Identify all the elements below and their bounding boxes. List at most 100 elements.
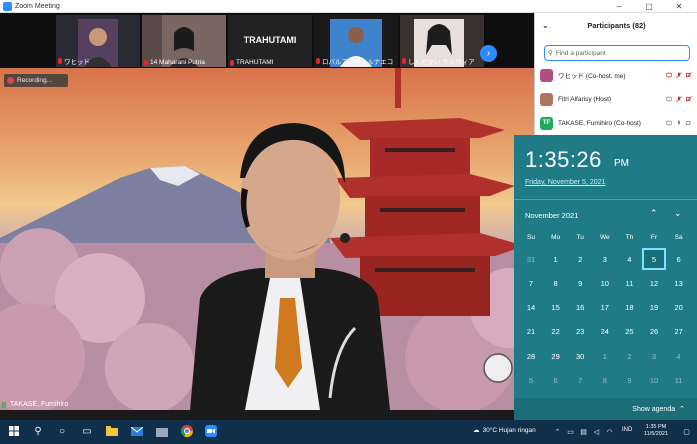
participant-thumb[interactable]: ワヒッド [56, 15, 140, 67]
maximize-icon[interactable]: ▢ [638, 0, 660, 13]
mail-icon[interactable] [130, 424, 144, 438]
weekday-label: Tu [576, 234, 584, 241]
calendar-day[interactable]: 6 [544, 370, 568, 392]
calendar-day[interactable]: 1 [593, 345, 617, 367]
calendar-day[interactable]: 20 [667, 297, 691, 319]
calendar-day[interactable]: 4 [667, 345, 691, 367]
search-icon[interactable]: ⚲ [31, 424, 45, 438]
chevron-down-icon[interactable]: ⌄ [674, 208, 682, 219]
participant-thumb[interactable]: TRAHUTAMI TRAHUTAMI [228, 15, 312, 67]
action-center-icon[interactable]: ▤ [579, 427, 588, 436]
calendar-day[interactable]: 10 [642, 370, 666, 392]
calendar-day[interactable]: 17 [593, 297, 617, 319]
show-agenda-label: Show agenda [632, 405, 676, 413]
calendar-day[interactable]: 19 [642, 297, 666, 319]
window-title: Zoom Meeting [15, 2, 60, 10]
volume-icon[interactable]: ◁ [592, 427, 601, 436]
calendar-day[interactable]: 1 [544, 248, 568, 270]
calendar-day[interactable]: 14 [519, 297, 543, 319]
video-icon[interactable] [686, 120, 692, 126]
chevron-up-icon[interactable]: ⌃ [553, 427, 562, 436]
calendar-day[interactable]: 23 [568, 321, 592, 343]
participant-label: しんせかい サルヴィア [402, 56, 475, 66]
calendar-day[interactable]: 31 [519, 248, 543, 270]
calendar-month-label[interactable]: November 2021 [525, 211, 578, 220]
calendar-day[interactable]: 6 [667, 248, 691, 270]
calendar-day[interactable]: 21 [519, 321, 543, 343]
calendar-day[interactable]: 3 [593, 248, 617, 270]
calendar-day[interactable]: 12 [642, 272, 666, 294]
participant-thumb[interactable]: 14 Maharani Putria [142, 15, 226, 67]
muted-mic-icon [316, 58, 320, 64]
calendar-day[interactable]: 11 [667, 370, 691, 392]
calendar-day[interactable]: 16 [568, 297, 592, 319]
calendar-day[interactable]: 11 [617, 272, 641, 294]
calendar-day[interactable]: 15 [544, 297, 568, 319]
participants-header: ⌄ Participants (82) [535, 13, 697, 37]
cloud-rain-icon: ☁ [473, 427, 480, 434]
calendar-day[interactable]: 26 [642, 321, 666, 343]
show-agenda-bar[interactable]: Show agenda ⌃ [514, 398, 697, 420]
chevron-up-icon[interactable]: ⌃ [650, 208, 658, 219]
calendar-day[interactable]: 7 [568, 370, 592, 392]
cortana-icon[interactable]: ○ [55, 424, 69, 438]
recording-indicator[interactable]: Recording... [4, 74, 68, 87]
zoom-app-icon[interactable] [204, 424, 218, 438]
zoom-meeting-screen: Zoom Meeting – ▢ ✕ ワヒッド 14 Maharani Putr… [0, 0, 697, 444]
participant-thumb[interactable]: ロバルアンギャルナエコ [314, 15, 398, 67]
calendar-day-today[interactable]: 5 [642, 248, 666, 270]
video-off-icon[interactable] [686, 96, 692, 102]
chrome-icon[interactable] [180, 424, 194, 438]
calendar-day[interactable]: 8 [544, 272, 568, 294]
muted-mic-icon [230, 59, 234, 66]
windows-start-icon[interactable] [7, 424, 21, 438]
collapse-chevron-icon[interactable]: ⌄ [542, 21, 549, 30]
calendar-day[interactable]: 30 [568, 345, 592, 367]
calendar-day[interactable]: 13 [667, 272, 691, 294]
wifi-icon[interactable]: ◠ [605, 427, 614, 436]
next-page-button[interactable]: › [480, 45, 497, 62]
calendar-day[interactable]: 10 [593, 272, 617, 294]
notifications-icon[interactable]: ▢ [682, 427, 691, 436]
close-icon[interactable]: ✕ [668, 0, 690, 13]
participant-search-input[interactable]: ⚲ Find a participant [544, 45, 690, 61]
weather-widget[interactable]: ☁ 30°C Hujan ringan [473, 426, 536, 435]
video-off-icon[interactable] [686, 72, 692, 78]
muted-mic-icon[interactable] [676, 72, 682, 78]
calendar-day[interactable]: 2 [568, 248, 592, 270]
calendar-day[interactable]: 2 [617, 345, 641, 367]
calendar-day[interactable]: 29 [544, 345, 568, 367]
calendar-day[interactable]: 25 [617, 321, 641, 343]
participant-row[interactable]: TF TAKASE, Fumihiro (Co-host) [540, 112, 692, 134]
calendar-date-link[interactable]: Friday, November 5, 2021 [525, 179, 605, 186]
calendar-day[interactable]: 7 [519, 272, 543, 294]
muted-mic-icon [144, 59, 148, 66]
store-icon[interactable] [155, 424, 169, 438]
minimize-icon[interactable]: – [608, 0, 630, 13]
calendar-day[interactable]: 24 [593, 321, 617, 343]
calendar-day[interactable]: 18 [617, 297, 641, 319]
participant-row[interactable]: ワヒッド (Co-host, me) [540, 64, 692, 86]
weekday-label: Mo [551, 234, 561, 241]
calendar-day[interactable]: 27 [667, 321, 691, 343]
active-speaker-video[interactable]: Recording... TAKASE, Fumihiro [0, 68, 534, 410]
mic-icon[interactable] [676, 120, 682, 126]
calendar-day[interactable]: 28 [519, 345, 543, 367]
calendar-day[interactable]: 5 [519, 370, 543, 392]
participant-row[interactable]: Fitri Alfarisy (Host) [540, 88, 692, 110]
task-view-icon[interactable]: ▭ [80, 424, 94, 438]
participant-thumb[interactable]: しんせかい サルヴィア [400, 15, 484, 67]
taskbar-clock[interactable]: 1:35 PM 11/5/2021 [641, 424, 671, 438]
calendar-day[interactable]: 22 [544, 321, 568, 343]
calendar-day[interactable]: 4 [617, 248, 641, 270]
calendar-day[interactable]: 9 [617, 370, 641, 392]
audio-level-icon [2, 401, 8, 408]
file-explorer-icon[interactable] [105, 424, 119, 438]
input-language[interactable]: IND [622, 427, 632, 433]
muted-mic-icon[interactable] [676, 96, 682, 102]
clock-time: 1:35:26 [525, 147, 602, 172]
calendar-day[interactable]: 8 [593, 370, 617, 392]
calendar-day[interactable]: 9 [568, 272, 592, 294]
network-icon[interactable]: ▭ [566, 427, 575, 436]
calendar-day[interactable]: 3 [642, 345, 666, 367]
